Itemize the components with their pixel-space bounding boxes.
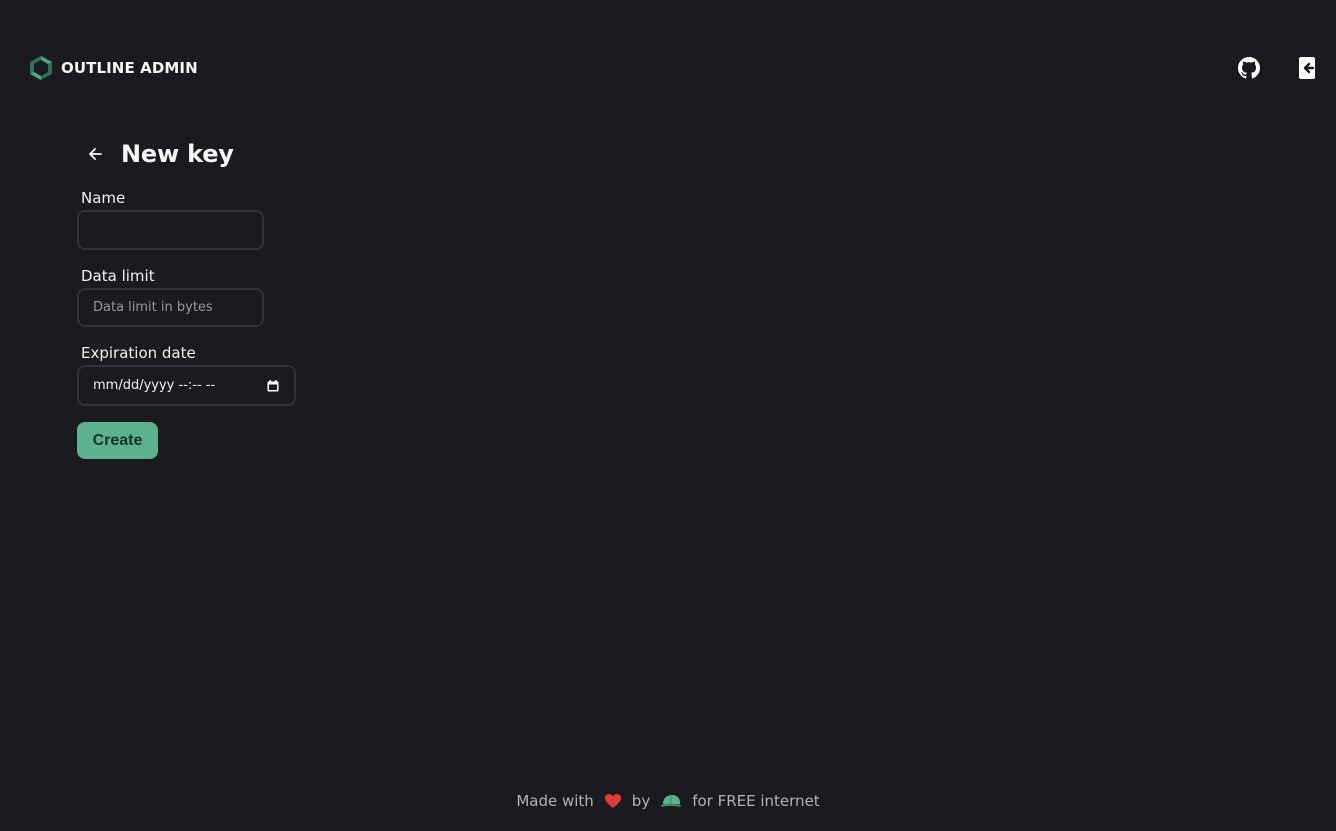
create-button[interactable]: Create [77, 422, 158, 459]
footer-tagline: for FREE internet [692, 792, 820, 810]
page-title: New key [121, 140, 234, 168]
github-icon [1238, 57, 1260, 79]
footer-made-with: Made with [516, 792, 594, 810]
back-button[interactable] [83, 142, 107, 166]
expiration-label: Expiration date [81, 344, 196, 362]
data-limit-input[interactable] [77, 288, 264, 327]
expiration-date-value: mm/dd/yyyy --:-- -- [93, 378, 216, 393]
arrow-left-icon [89, 148, 102, 160]
expiration-date-input[interactable]: mm/dd/yyyy --:-- -- [77, 365, 296, 406]
github-button[interactable] [1237, 56, 1261, 80]
data-limit-label: Data limit [81, 267, 155, 285]
heart-icon [604, 793, 622, 809]
footer-by: by [631, 792, 651, 810]
cap-icon[interactable] [660, 793, 682, 809]
outline-logo-icon [30, 56, 52, 80]
logout-button[interactable] [1293, 56, 1317, 80]
app-header: OUTLINE ADMIN [0, 0, 1336, 134]
logout-icon [1299, 57, 1315, 79]
page-header: New key [83, 136, 234, 172]
brand[interactable]: OUTLINE ADMIN [29, 55, 198, 81]
app-title: OUTLINE ADMIN [61, 59, 198, 77]
name-label: Name [81, 189, 126, 207]
name-input[interactable] [77, 210, 264, 250]
calendar-icon[interactable] [266, 379, 280, 393]
footer: Made with by for FREE internet [0, 786, 1336, 816]
